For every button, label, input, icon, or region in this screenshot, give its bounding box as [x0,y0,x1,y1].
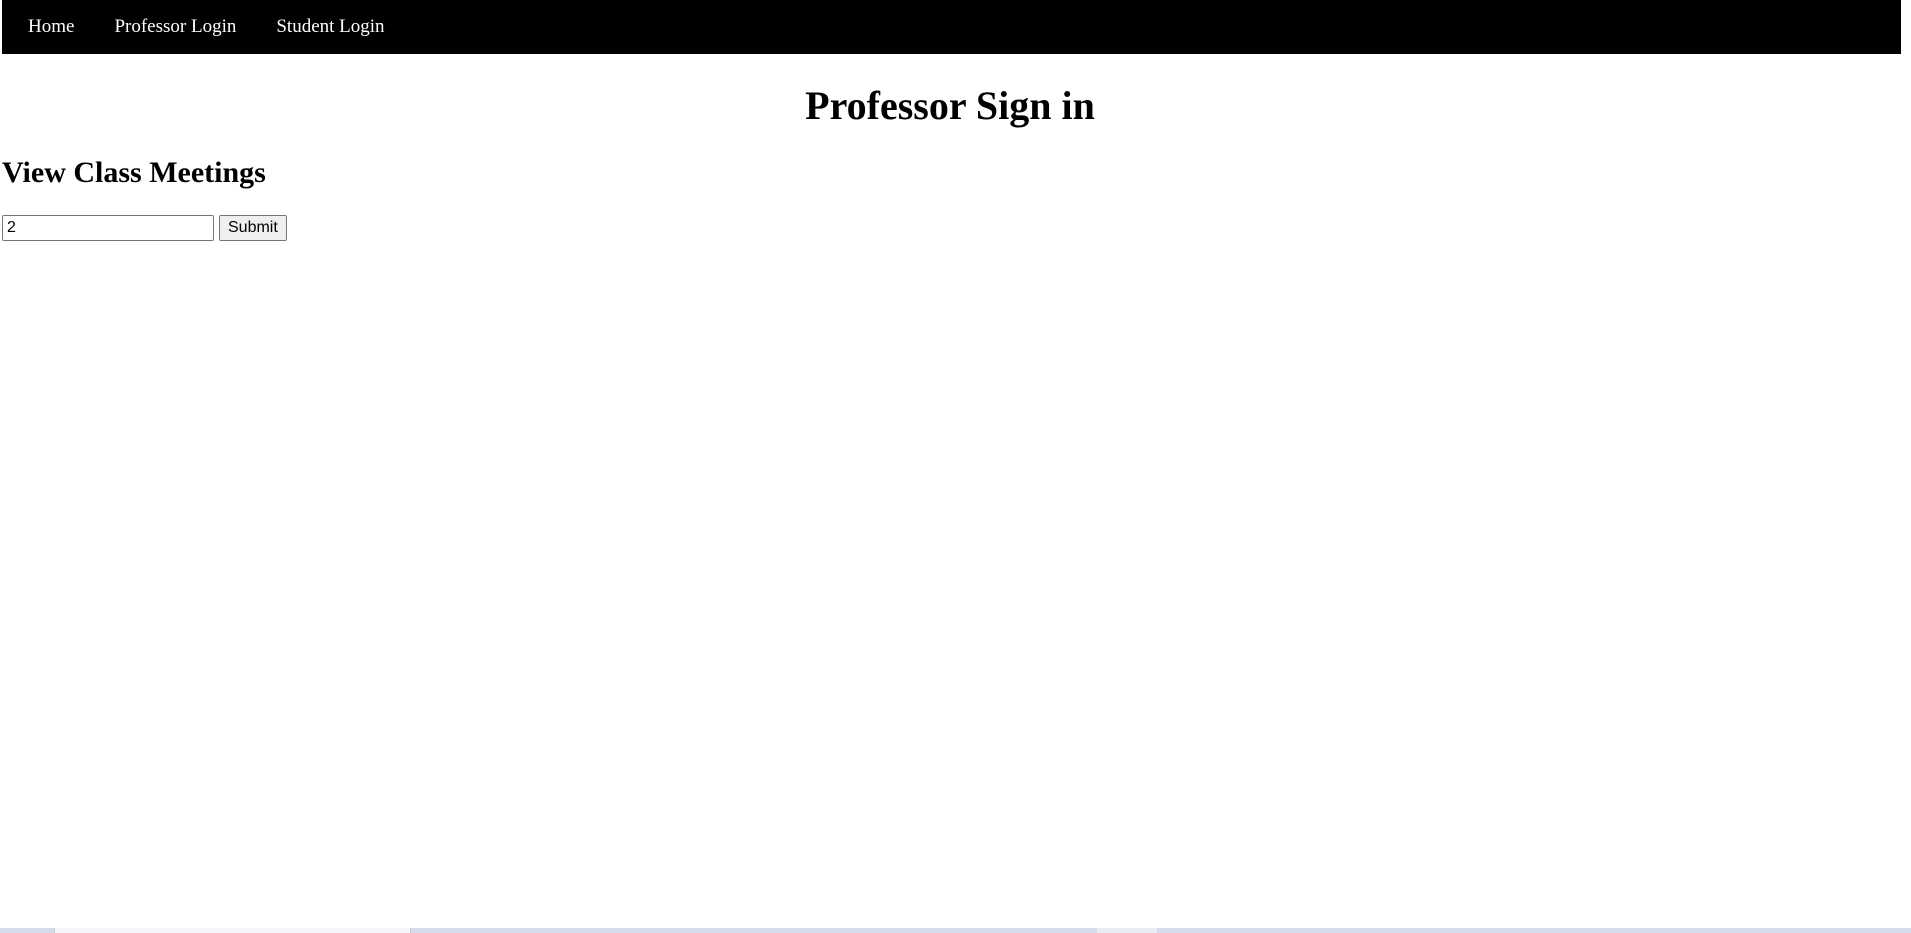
page-title: Professor Sign in [805,83,1095,128]
nav-link-home[interactable]: Home [8,0,94,54]
nav-link-student-login[interactable]: Student Login [256,0,404,54]
taskbar-divider [1097,928,1157,933]
taskbar-active-tab[interactable] [54,928,411,933]
submit-button[interactable]: Submit [219,215,287,241]
section-title: View Class Meetings [2,156,266,189]
top-navigation-bar: Home Professor Login Student Login [2,0,1901,54]
class-meetings-form: Submit [2,215,287,241]
class-id-input[interactable] [2,215,214,241]
nav-link-professor-login[interactable]: Professor Login [94,0,256,54]
